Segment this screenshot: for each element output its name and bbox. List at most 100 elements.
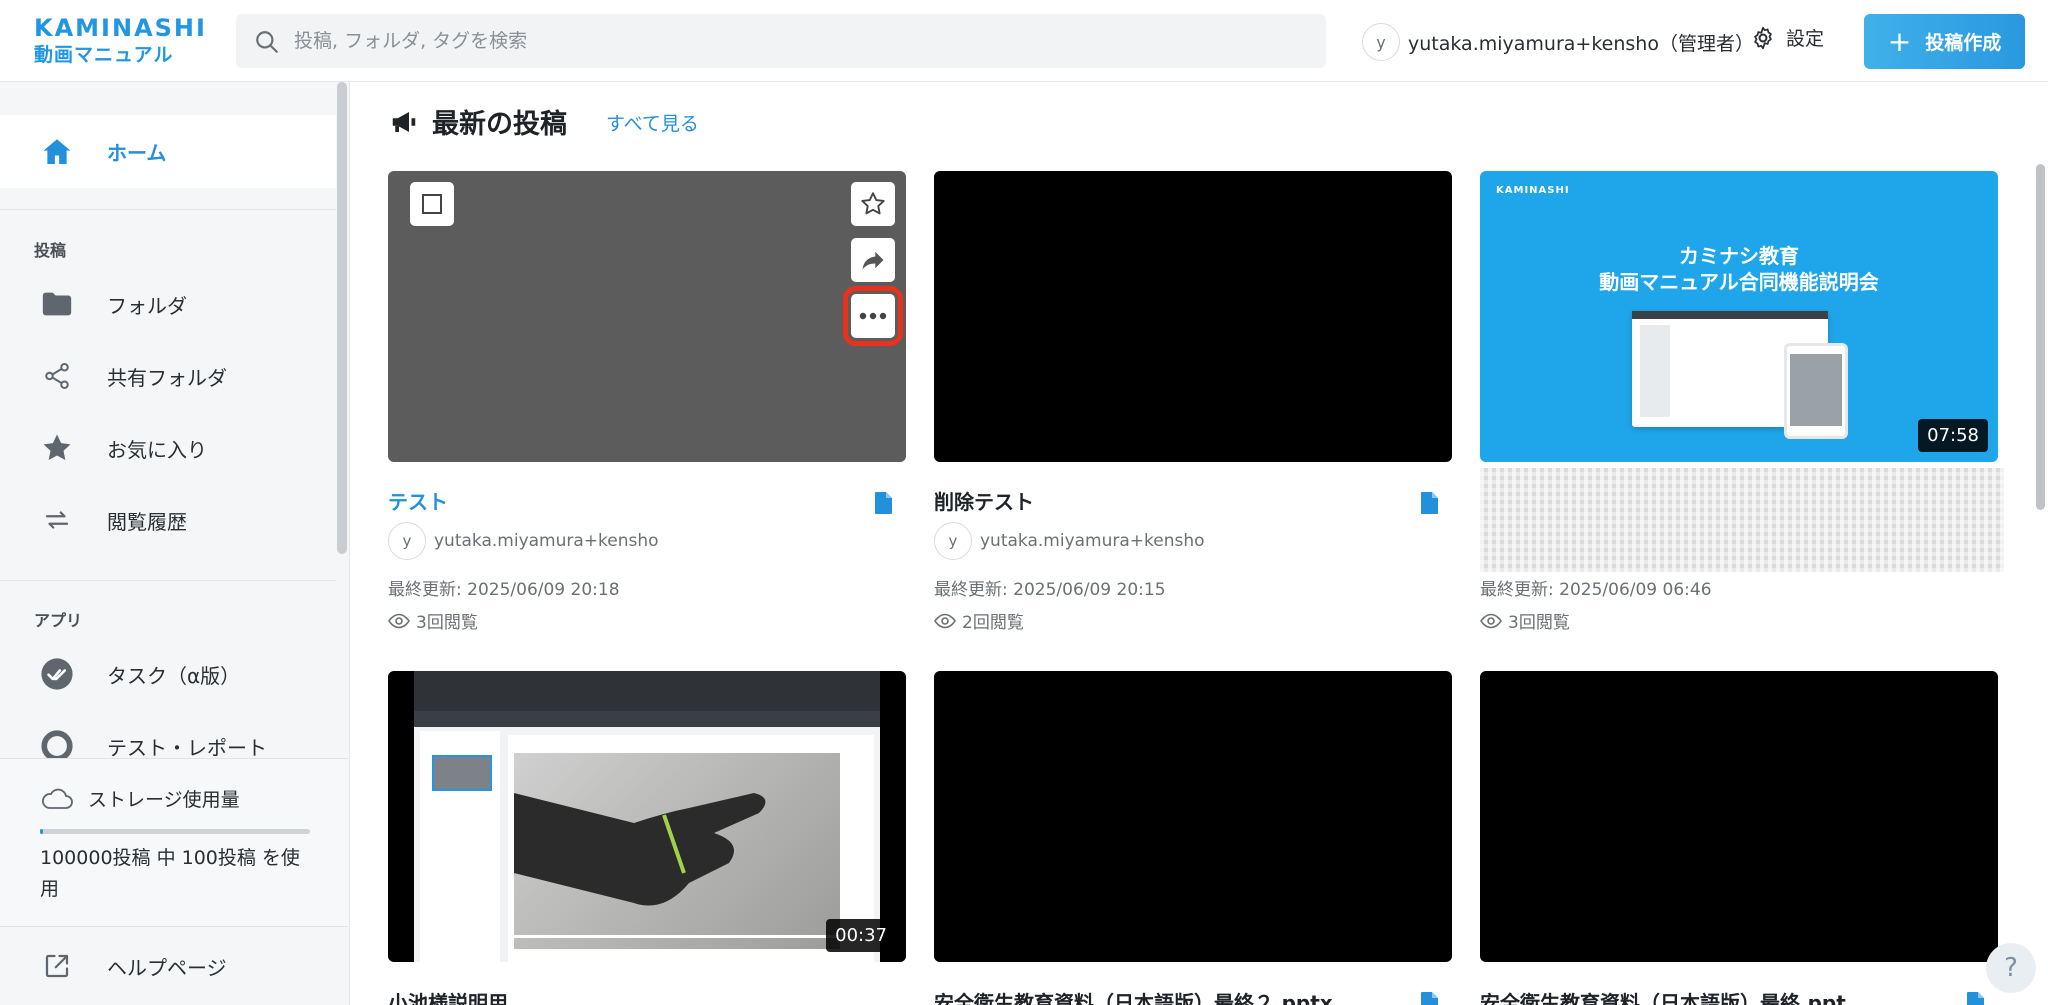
sidebar-item-label: お気に入り — [107, 437, 207, 462]
logo-product: 動画マニュアル — [34, 44, 174, 66]
app-logo[interactable]: KAMINASHI 動画マニュアル — [34, 14, 214, 68]
share-arrow-icon — [862, 251, 884, 270]
user-name: yutaka.miyamura+kensho（管理者） — [1408, 32, 1754, 55]
post-title[interactable]: 削除テスト — [934, 486, 1034, 515]
more-options-button[interactable] — [843, 286, 903, 346]
select-checkbox[interactable] — [410, 182, 454, 226]
thumbnail-brand: KAMINASHI — [1496, 185, 1570, 196]
post-views: 3回閲覧 — [388, 608, 478, 633]
post-card[interactable]: 安全衛生教育資料（日本語版）最終.ppt — [1480, 671, 1998, 1005]
star-icon — [40, 431, 74, 465]
post-card[interactable]: 安全衛生教育資料（日本語版）最終２.pptx — [934, 671, 1452, 1005]
task-check-icon — [40, 657, 74, 691]
page-title: 最新の投稿 — [432, 109, 567, 140]
post-title[interactable]: テスト — [388, 486, 448, 515]
post-updated: 最終更新: 2025/06/09 20:15 — [934, 580, 1166, 600]
storage-usage-text: 100000投稿 中 100投稿 を使用 — [40, 847, 300, 900]
avatar: y — [1362, 23, 1400, 61]
home-icon — [40, 135, 74, 169]
post-title[interactable]: 安全衛生教育資料（日本語版）最終.ppt — [1480, 987, 1846, 1005]
post-title[interactable]: 小池様説明用 — [388, 987, 508, 1005]
sidebar-item-task[interactable]: タスク（α版） — [0, 644, 336, 704]
help-fab-button[interactable]: ? — [1986, 943, 2036, 993]
post-thumbnail[interactable] — [934, 171, 1452, 462]
eye-icon — [934, 613, 956, 628]
section-header: 最新の投稿 — [388, 102, 567, 141]
storage-progress-fill — [40, 829, 43, 834]
view-count: 3回閲覧 — [1508, 613, 1570, 633]
post-thumbnail[interactable] — [388, 171, 906, 462]
view-count: 3回閲覧 — [416, 613, 478, 633]
pixelated-redaction — [1480, 468, 2004, 572]
avatar: y — [388, 522, 426, 560]
post-title[interactable]: 安全衛生教育資料（日本語版）最終２.pptx — [934, 987, 1333, 1005]
sidebar-item-label: 共有フォルダ — [107, 365, 227, 390]
eye-icon — [388, 613, 410, 628]
author-name: yutaka.miyamura+kensho — [434, 531, 659, 551]
share-button[interactable] — [851, 238, 895, 282]
thumbnail-tablet-mock — [1784, 343, 1848, 439]
sidebar-item-home[interactable]: ホーム — [0, 115, 336, 188]
share-icon — [40, 359, 74, 393]
sidebar-item-label: 閲覧履歴 — [107, 509, 187, 534]
video-duration: 07:58 — [1918, 419, 1988, 452]
post-updated: 最終更新: 2025/06/09 20:18 — [388, 580, 620, 600]
thumbnail-title-line: カミナシ教育 — [1679, 244, 1799, 268]
post-thumbnail[interactable]: KAMINASHI カミナシ教育 動画マニュアル合同機能説明会 07:58 — [1480, 171, 1998, 462]
gear-icon — [1754, 26, 1772, 49]
cloud-icon — [42, 788, 73, 809]
sidebar-item-shared-folder[interactable]: 共有フォルダ — [0, 346, 336, 406]
folder-icon — [40, 287, 74, 321]
thumbnail-title-line: 動画マニュアル合同機能説明会 — [1599, 270, 1879, 294]
favorite-button[interactable] — [851, 182, 895, 226]
see-all-link[interactable]: すべて見る — [606, 109, 699, 136]
post-thumbnail[interactable] — [934, 671, 1452, 962]
checkbox-icon — [422, 194, 442, 214]
document-icon — [1421, 992, 1438, 1005]
post-card[interactable]: 00:37 小池様説明用 — [388, 671, 906, 1005]
sidebar-scrollbar[interactable] — [337, 82, 347, 554]
document-icon — [1967, 992, 1984, 1005]
sidebar-item-label: フォルダ — [107, 293, 187, 318]
logo-brand: KAMINASHI — [34, 14, 207, 42]
search-bar[interactable] — [236, 14, 1326, 68]
more-horizontal-icon — [859, 312, 887, 320]
sidebar-item-folder[interactable]: フォルダ — [0, 274, 336, 334]
view-count: 2回閲覧 — [962, 613, 1024, 633]
storage-title: ストレージ使用量 — [88, 789, 240, 811]
sidebar-item-label: ホーム — [107, 141, 167, 165]
thumbnail-screen-mock — [414, 671, 880, 962]
sidebar-item-help[interactable]: ヘルプページ — [0, 926, 348, 1005]
external-link-icon — [40, 949, 74, 983]
document-icon — [1421, 492, 1438, 514]
sidebar-divider — [0, 580, 336, 581]
thumbnail-glove-image — [514, 753, 840, 949]
post-updated: 最終更新: 2025/06/09 06:46 — [1480, 580, 1712, 600]
post-thumbnail[interactable] — [1480, 671, 1998, 962]
megaphone-icon — [392, 111, 416, 132]
search-icon — [256, 31, 278, 53]
sidebar-item-label: テスト・レポート — [107, 735, 267, 760]
sidebar-section-apps: アプリ — [34, 611, 83, 630]
settings-button[interactable]: 設定 — [1750, 24, 1824, 51]
create-post-label: 投稿作成 — [1925, 32, 2002, 54]
sidebar-item-label: ヘルプページ — [107, 956, 227, 980]
plus-icon: + — [1887, 24, 1912, 58]
sidebar-divider — [0, 209, 336, 210]
settings-label: 設定 — [1786, 28, 1825, 50]
main-scrollbar[interactable] — [2036, 164, 2045, 510]
top-header: KAMINASHI 動画マニュアル y yutaka.miyamura+kens… — [0, 0, 2048, 82]
history-icon — [40, 503, 74, 537]
author-name: yutaka.miyamura+kensho — [980, 531, 1205, 551]
search-input[interactable] — [294, 14, 1294, 68]
sidebar-item-label: タスク（α版） — [107, 663, 241, 688]
eye-icon — [1480, 613, 1502, 628]
sidebar-section-posts: 投稿 — [34, 241, 67, 260]
create-post-button[interactable]: + 投稿作成 — [1864, 14, 2025, 69]
sidebar-item-history[interactable]: 閲覧履歴 — [0, 490, 336, 550]
star-outline-icon — [861, 192, 885, 215]
post-thumbnail[interactable]: 00:37 — [388, 671, 906, 962]
user-menu[interactable]: y yutaka.miyamura+kensho（管理者） — [1362, 22, 1754, 62]
post-author: y yutaka.miyamura+kensho — [934, 522, 1205, 560]
sidebar-item-favorites[interactable]: お気に入り — [0, 418, 336, 478]
